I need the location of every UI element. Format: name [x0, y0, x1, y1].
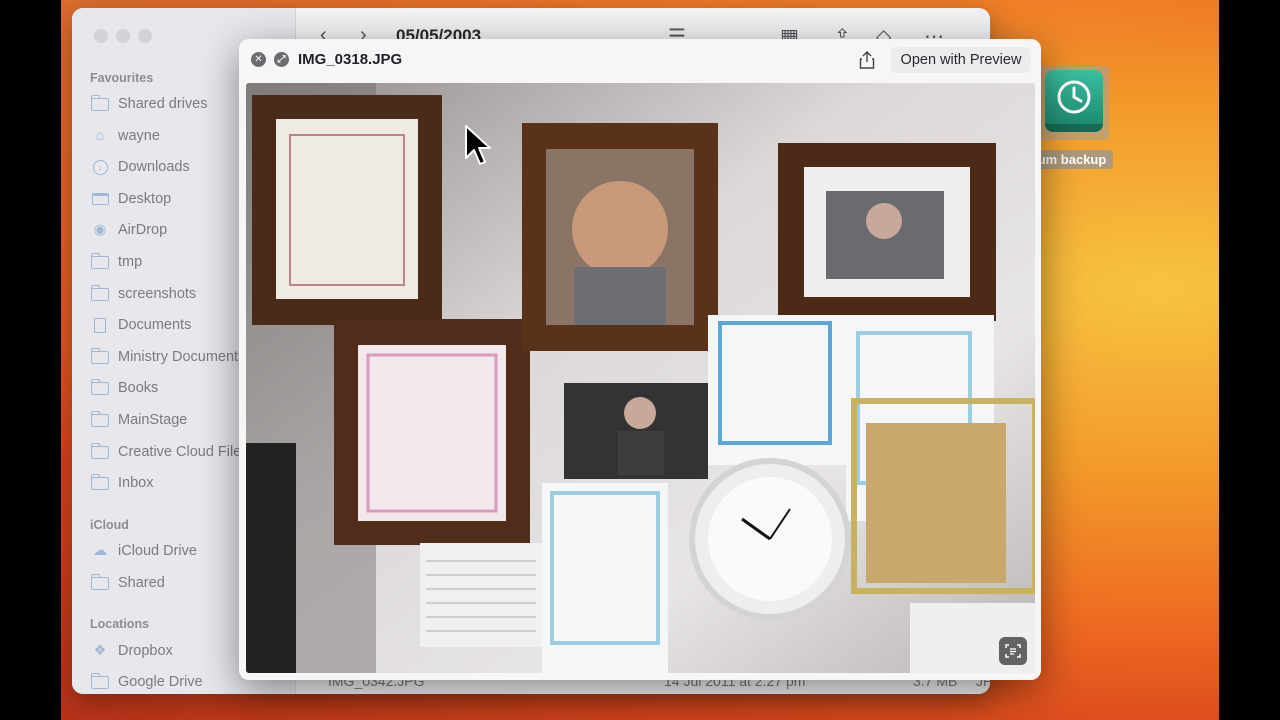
quicklook-window: ✕ ⤢ IMG_0318.JPG Open with Preview: [239, 39, 1041, 680]
minimize-window-button[interactable]: [116, 29, 130, 43]
sidebar-item-label: Shared drives: [118, 96, 208, 112]
desktop-icon-label[interactable]: um backup: [1031, 150, 1113, 169]
document-icon: [90, 317, 110, 333]
sidebar-item-label: Downloads: [118, 159, 190, 175]
sidebar-item-label: screenshots: [118, 286, 197, 302]
folder-icon: [90, 410, 110, 428]
sidebar-item-label: wayne: [118, 128, 160, 144]
quicklook-filename: IMG_0318.JPG: [298, 51, 403, 68]
share-icon[interactable]: [853, 49, 881, 71]
mouse-cursor-icon: [465, 125, 491, 165]
photo-illustration: [246, 83, 1035, 673]
sidebar-item-label: Books: [118, 380, 159, 396]
folder-icon: [90, 347, 110, 365]
quicklook-header: ✕ ⤢ IMG_0318.JPG Open with Preview: [239, 39, 1041, 81]
folder-icon: [90, 378, 110, 396]
folder-icon: [90, 94, 110, 112]
sidebar-item-label: Ministry Documents: [118, 349, 246, 365]
photo-preview: [246, 83, 1035, 673]
sidebar-section-favourites: Favourites: [90, 71, 154, 85]
sidebar-item-label: AirDrop: [118, 222, 168, 238]
time-machine-icon[interactable]: [1039, 66, 1109, 140]
sidebar-item-label: MainStage: [118, 412, 188, 428]
sidebar-item-label: tmp: [118, 254, 143, 270]
desktop: Favourites Shared drives ⌂ wayne ↓ Downloa…: [61, 0, 1219, 720]
folder-icon: [90, 252, 110, 270]
dropbox-icon: ❖: [93, 643, 107, 659]
folder-icon: [90, 473, 110, 491]
sidebar-item-label: Shared: [118, 575, 165, 591]
sidebar-item-label: Documents: [118, 317, 192, 333]
sidebar-item-label: iCloud Drive: [118, 543, 197, 559]
cloud-icon: ☁: [92, 543, 108, 559]
open-with-preview-button[interactable]: Open with Preview: [891, 47, 1031, 73]
sidebar-item-label: Google Drive: [118, 674, 203, 690]
sidebar-item-label: Dropbox: [118, 643, 173, 659]
sidebar-item-label: Creative Cloud Files: [118, 444, 249, 460]
downloads-icon: ↓: [90, 159, 110, 175]
close-window-button[interactable]: [94, 29, 108, 43]
sidebar-section-locations: Locations: [90, 617, 150, 631]
folder-icon: [90, 672, 110, 690]
zoom-window-button[interactable]: [138, 29, 152, 43]
shared-folder-icon: [90, 573, 110, 591]
close-icon[interactable]: ✕: [251, 52, 266, 67]
home-icon: ⌂: [95, 128, 105, 144]
live-text-icon[interactable]: [999, 637, 1027, 665]
sidebar-item-label: Inbox: [118, 475, 154, 491]
folder-icon: [90, 442, 110, 460]
airdrop-icon: ◉: [93, 222, 107, 238]
sidebar-item-label: Desktop: [118, 191, 172, 207]
folder-icon: [90, 284, 110, 302]
desktop-icon: [90, 191, 110, 207]
fullscreen-icon[interactable]: ⤢: [274, 52, 289, 67]
sidebar-section-icloud: iCloud: [90, 518, 129, 532]
